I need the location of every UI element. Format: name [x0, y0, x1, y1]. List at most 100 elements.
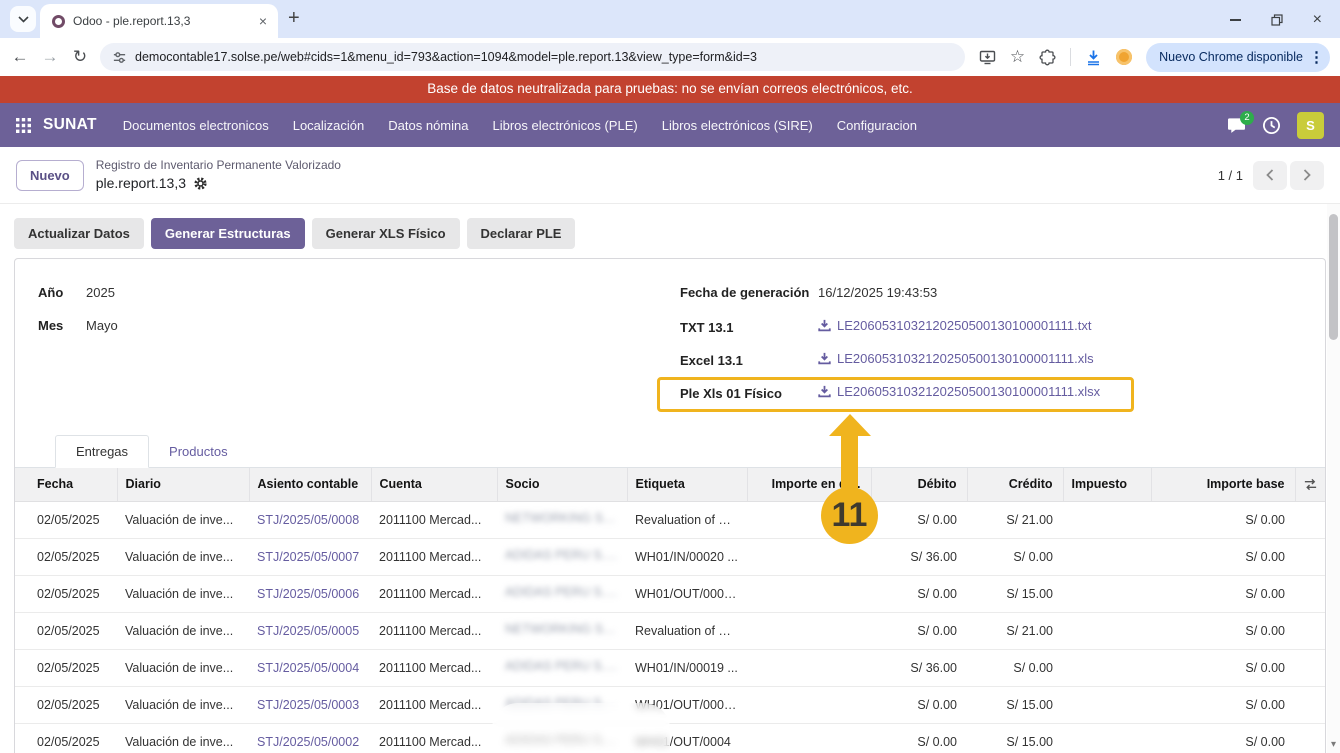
back-icon[interactable]: ←	[10, 47, 30, 67]
scrollbar-thumb[interactable]	[1329, 214, 1338, 340]
excel-file-name: LE2060531032120250500130100001111.xls	[837, 351, 1094, 366]
year-label: Año	[38, 285, 86, 300]
table-row[interactable]: 02/05/2025 Valuación de inve... STJ/2025…	[15, 575, 1325, 612]
page-scrollbar[interactable]: ▾	[1327, 204, 1340, 753]
site-settings-icon[interactable]	[112, 50, 127, 65]
generar-xls-fisico-button[interactable]: Generar XLS Físico	[312, 218, 460, 249]
ple-xls-fisico-label: Ple Xls 01 Físico	[680, 386, 810, 401]
tab-entregas[interactable]: Entregas	[55, 435, 149, 468]
tab-close-icon[interactable]: ×	[256, 13, 270, 29]
header-debito[interactable]: Débito	[871, 468, 967, 501]
apps-grid-icon[interactable]	[16, 118, 31, 133]
header-credito[interactable]: Crédito	[967, 468, 1063, 501]
header-cuenta[interactable]: Cuenta	[371, 468, 497, 501]
table-row[interactable]: 02/05/2025 Valuación de inve... STJ/2025…	[15, 501, 1325, 538]
cell-fecha: 02/05/2025	[15, 501, 117, 538]
generation-date-value: 16/12/2025 19:43:53	[818, 285, 937, 300]
cell-diario: Valuación de inve...	[117, 649, 249, 686]
new-tab-button[interactable]: +	[288, 7, 300, 30]
table-row[interactable]: 02/05/2025 Valuación de inve... STJ/2025…	[15, 649, 1325, 686]
cell-cuenta: 2011100 Mercad...	[371, 686, 497, 723]
new-record-button[interactable]: Nuevo	[16, 160, 84, 191]
month-value[interactable]: Mayo	[86, 318, 118, 333]
header-impuesto[interactable]: Impuesto	[1063, 468, 1151, 501]
txt-download-link[interactable]: LE2060531032120250500130100001111.txt	[818, 318, 1091, 333]
cell-asiento-link[interactable]: STJ/2025/05/0006	[249, 575, 371, 612]
overflow-menu-icon[interactable]: ⋮	[1309, 48, 1324, 66]
actualizar-datos-button[interactable]: Actualizar Datos	[14, 218, 144, 249]
declarar-ple-button[interactable]: Declarar PLE	[467, 218, 576, 249]
activities-clock-icon[interactable]	[1262, 116, 1281, 135]
bookmark-star-icon[interactable]: ☆	[1010, 47, 1025, 67]
control-panel: Nuevo Registro de Inventario Permanente …	[0, 147, 1340, 204]
cell-importe-divisa	[747, 575, 871, 612]
cell-asiento-link[interactable]: STJ/2025/05/0008	[249, 501, 371, 538]
minimize-icon[interactable]	[1230, 19, 1241, 21]
browser-tab[interactable]: Odoo - ple.report.13,3 ×	[40, 4, 278, 38]
header-importe-base[interactable]: Importe base	[1151, 468, 1295, 501]
app-brand[interactable]: SUNAT	[43, 116, 97, 134]
cell-cuenta: 2011100 Mercad...	[371, 538, 497, 575]
breadcrumb-parent[interactable]: Registro de Inventario Permanente Valori…	[96, 157, 341, 173]
header-etiqueta[interactable]: Etiqueta	[627, 468, 747, 501]
table-row[interactable]: 02/05/2025 Valuación de inve... STJ/2025…	[15, 723, 1325, 753]
generar-estructuras-button[interactable]: Generar Estructuras	[151, 218, 305, 249]
save-to-device-icon[interactable]	[979, 49, 996, 65]
cell-socio: ADIDAS PERU S.A.C	[497, 723, 627, 753]
table-body: 02/05/2025 Valuación de inve... STJ/2025…	[15, 501, 1325, 753]
url-bar[interactable]: democontable17.solse.pe/web#cids=1&menu_…	[100, 43, 965, 71]
cell-asiento-link[interactable]: STJ/2025/05/0004	[249, 649, 371, 686]
download-icon[interactable]	[1085, 49, 1102, 66]
pager-previous-button[interactable]	[1253, 161, 1287, 190]
table-row[interactable]: 02/05/2025 Valuación de inve... STJ/2025…	[15, 686, 1325, 723]
pager-next-button[interactable]	[1290, 161, 1324, 190]
optional-columns-toggle[interactable]	[1295, 468, 1325, 501]
cell-debito: S/ 0.00	[871, 723, 967, 753]
tab-productos[interactable]: Productos	[149, 436, 248, 467]
menu-libros-ple[interactable]: Libros electrónicos (PLE)	[492, 118, 637, 133]
close-icon[interactable]: ×	[1313, 12, 1322, 28]
header-fecha[interactable]: Fecha	[15, 468, 117, 501]
messages-button[interactable]: 2	[1227, 117, 1246, 134]
header-socio[interactable]: Socio	[497, 468, 627, 501]
menu-documentos-electronicos[interactable]: Documentos electronicos	[123, 118, 269, 133]
menu-libros-sire[interactable]: Libros electrónicos (SIRE)	[662, 118, 813, 133]
cell-asiento-link[interactable]: STJ/2025/05/0005	[249, 612, 371, 649]
menu-datos-nomina[interactable]: Datos nómina	[388, 118, 468, 133]
menu-localizacion[interactable]: Localización	[293, 118, 365, 133]
cell-asiento-link[interactable]: STJ/2025/05/0007	[249, 538, 371, 575]
cell-fecha: 02/05/2025	[15, 575, 117, 612]
tab-search-button[interactable]	[10, 6, 36, 32]
reload-icon[interactable]: ↻	[70, 47, 90, 67]
cell-spacer	[1295, 612, 1325, 649]
ple-xls-fisico-download-link[interactable]: LE2060531032120250500130100001111.xlsx	[818, 384, 1100, 399]
header-diario[interactable]: Diario	[117, 468, 249, 501]
restore-icon[interactable]	[1271, 14, 1283, 26]
cell-impuesto	[1063, 538, 1151, 575]
extension-pinned-icon[interactable]	[1116, 49, 1132, 65]
cell-diario: Valuación de inve...	[117, 686, 249, 723]
gear-icon[interactable]	[193, 176, 208, 191]
form-fields: Año 2025 Mes Mayo Fecha de generación 16…	[15, 259, 1325, 435]
user-avatar[interactable]: S	[1297, 112, 1324, 139]
month-label: Mes	[38, 318, 86, 333]
excel-download-link[interactable]: LE2060531032120250500130100001111.xls	[818, 351, 1094, 366]
toolbar-divider	[1070, 48, 1071, 66]
table-row[interactable]: 02/05/2025 Valuación de inve... STJ/2025…	[15, 612, 1325, 649]
cell-socio: NETWORKING SL...	[497, 612, 627, 649]
cell-fecha: 02/05/2025	[15, 612, 117, 649]
scroll-down-icon[interactable]: ▾	[1327, 739, 1340, 750]
cell-asiento-link[interactable]: STJ/2025/05/0003	[249, 686, 371, 723]
forward-icon[interactable]: →	[40, 47, 60, 67]
year-value[interactable]: 2025	[86, 285, 115, 300]
cell-credito: S/ 21.00	[967, 612, 1063, 649]
messages-count-badge: 2	[1240, 111, 1254, 125]
extensions-icon[interactable]	[1039, 49, 1056, 66]
menu-configuracion[interactable]: Configuracion	[837, 118, 917, 133]
header-asiento-contable[interactable]: Asiento contable	[249, 468, 371, 501]
cell-impuesto	[1063, 723, 1151, 753]
cell-asiento-link[interactable]: STJ/2025/05/0002	[249, 723, 371, 753]
table-row[interactable]: 02/05/2025 Valuación de inve... STJ/2025…	[15, 538, 1325, 575]
url-text[interactable]: democontable17.solse.pe/web#cids=1&menu_…	[135, 50, 757, 64]
chrome-update-button[interactable]: Nuevo Chrome disponible ⋮	[1146, 43, 1330, 72]
